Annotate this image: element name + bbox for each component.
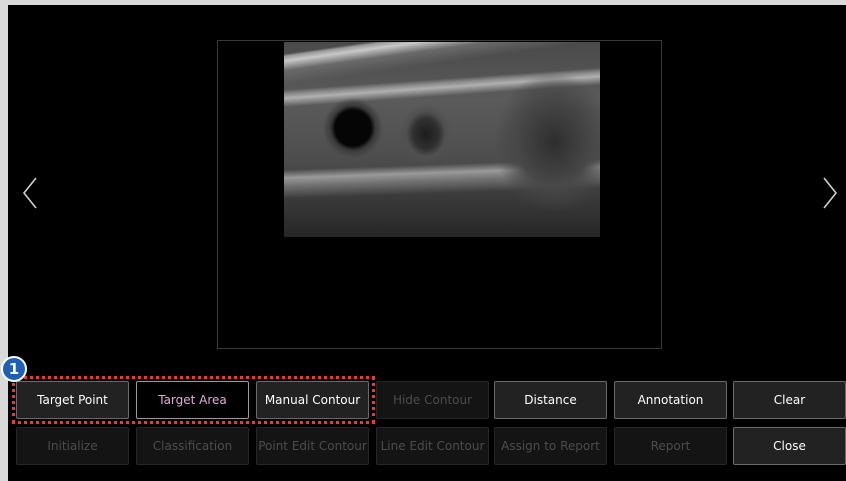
- distance-button[interactable]: Distance: [494, 381, 607, 419]
- hide-contour-button[interactable]: Hide Contour: [376, 381, 489, 419]
- chevron-left-icon[interactable]: [20, 176, 40, 210]
- target-area-button[interactable]: Target Area: [136, 381, 249, 419]
- point-edit-contour-button[interactable]: Point Edit Contour: [256, 427, 369, 465]
- annotation-button[interactable]: Annotation: [614, 381, 727, 419]
- close-button[interactable]: Close: [733, 427, 846, 465]
- line-edit-contour-button[interactable]: Line Edit Contour: [376, 427, 489, 465]
- assign-to-report-button[interactable]: Assign to Report: [494, 427, 607, 465]
- manual-contour-button[interactable]: Manual Contour: [256, 381, 369, 419]
- ultrasound-image[interactable]: [284, 42, 600, 237]
- callout-badge: 1: [1, 356, 27, 382]
- clear-button[interactable]: Clear: [733, 381, 846, 419]
- chevron-right-icon[interactable]: [820, 176, 840, 210]
- classification-button[interactable]: Classification: [136, 427, 249, 465]
- target-point-button[interactable]: Target Point: [16, 381, 129, 419]
- initialize-button[interactable]: Initialize: [16, 427, 129, 465]
- image-viewer[interactable]: [217, 40, 662, 349]
- report-button[interactable]: Report: [614, 427, 727, 465]
